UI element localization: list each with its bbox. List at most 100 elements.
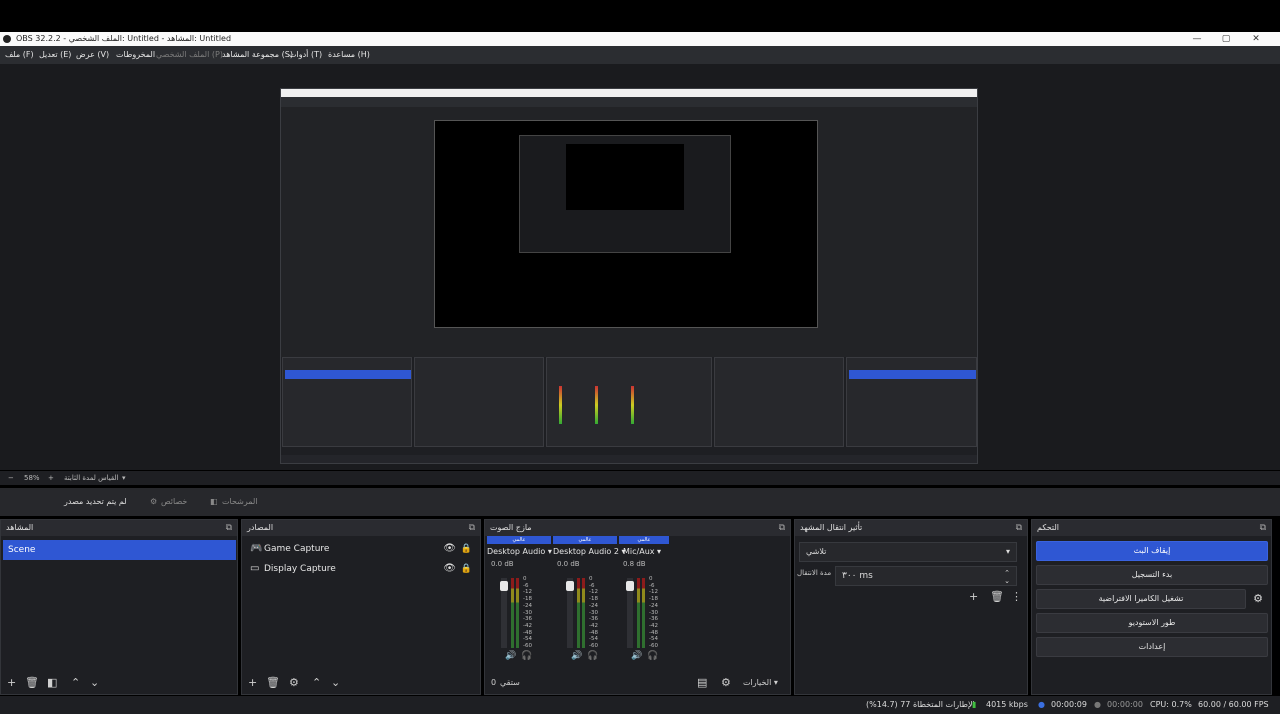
undock-icon[interactable]: ⧉ [1016, 520, 1022, 536]
volume-fader[interactable] [626, 578, 634, 648]
undock-icon[interactable]: ⧉ [779, 520, 785, 536]
chevron-down-icon[interactable]: ▾ [122, 471, 126, 485]
preview-nested-statusbar [281, 455, 977, 463]
sources-footer: + 🗑 ⚙ ⌃ ⌄ [242, 672, 480, 694]
menu-scene-collection[interactable]: مجموعة المشاهد (S) [222, 46, 293, 64]
preview-nested-meter [559, 386, 562, 424]
gear-icon[interactable]: ⚙ [289, 676, 299, 690]
trash-icon[interactable]: 🗑 [266, 676, 280, 690]
menu-help[interactable]: مساعدة (H) [328, 46, 370, 64]
level-meter [582, 578, 585, 648]
close-button[interactable]: ✕ [1241, 32, 1271, 46]
filters-button[interactable]: المرشحات [222, 488, 258, 516]
zoom-in-button[interactable]: + [48, 471, 54, 485]
source-toolbar: لم يتم تحديد مصدر ⚙ خصائص ◧ المرشحات [0, 488, 1280, 516]
meter-scale-tick: -60 [523, 643, 532, 650]
meter-scale-tick: 0 [523, 576, 527, 582]
source-row-display-capture[interactable]: ▭ Display Capture 👁 🔒 [242, 559, 480, 579]
more-icon[interactable]: ⋮ [1011, 590, 1022, 604]
transition-select[interactable]: تلاشي ▾ [799, 542, 1017, 562]
gear-icon[interactable]: ⚙ [721, 676, 731, 690]
layout-icon[interactable]: ▤ [697, 676, 707, 690]
meter-scale-tick: -6 [649, 582, 655, 589]
controls-dock: التحكم ⧉ إيقاف البث بدء التسجيل تشغيل ال… [1031, 519, 1272, 695]
source-row-game-capture[interactable]: 🎮 Game Capture 👁 🔒 [242, 539, 480, 559]
scenes-dock-title: المشاهد [6, 523, 34, 532]
menu-tools[interactable]: أدوات (T) [289, 46, 322, 64]
zoom-out-button[interactable]: − [8, 471, 14, 485]
eye-icon[interactable]: 👁 [443, 539, 456, 559]
stop-streaming-button[interactable]: إيقاف البث [1036, 541, 1268, 561]
channel-name[interactable]: Mic/Aux ▾ [623, 546, 661, 558]
headphones-icon[interactable]: 🎧 [647, 651, 658, 661]
gear-icon[interactable]: ⚙ [150, 488, 157, 516]
menu-file[interactable]: ملف (F) [5, 46, 34, 64]
fader-knob[interactable] [626, 581, 634, 591]
add-icon[interactable]: + [7, 676, 16, 690]
fader-knob[interactable] [500, 581, 508, 591]
eye-icon[interactable]: 👁 [443, 559, 456, 579]
filter-icon[interactable]: ◧ [210, 488, 218, 516]
scene-item[interactable]: Scene [3, 540, 236, 560]
controls-dock-header: التحكم ⧉ [1032, 520, 1271, 536]
headphones-icon[interactable]: 🎧 [587, 651, 598, 661]
menu-profile[interactable]: الملف الشخصي (P) [156, 46, 223, 64]
level-meter [511, 578, 514, 648]
lock-icon[interactable]: 🔒 [461, 539, 472, 559]
lock-icon[interactable]: 🔒 [461, 559, 472, 579]
screen-bottom-strip [0, 714, 1280, 720]
transitions-dock-header: تأثير انتقال المشهد ⧉ [795, 520, 1027, 536]
add-icon[interactable]: + [248, 676, 257, 690]
settings-button[interactable]: إعدادات [1036, 637, 1268, 657]
trash-icon[interactable]: 🗑 [25, 676, 39, 690]
start-virtual-camera-button[interactable]: تشغيل الكاميرا الافتراضية [1036, 589, 1246, 609]
speaker-icon[interactable]: 🔊 [505, 651, 516, 661]
menu-view[interactable]: عرض (V) [76, 46, 109, 64]
window-title: OBS 32.2.2 - الملف الشخصي: Untitled - ال… [16, 34, 232, 43]
undock-icon[interactable]: ⧉ [469, 520, 475, 536]
filter-icon[interactable]: ◧ [47, 676, 57, 690]
fader-knob[interactable] [566, 581, 574, 591]
volume-fader[interactable] [500, 578, 508, 648]
headphones-icon[interactable]: 🎧 [521, 651, 532, 661]
spin-down-icon[interactable]: ⌄ [1004, 572, 1010, 590]
move-up-icon[interactable]: ⌃ [71, 676, 80, 690]
move-down-icon[interactable]: ⌄ [90, 676, 99, 690]
speaker-icon[interactable]: 🔊 [571, 651, 582, 661]
minimize-button[interactable]: — [1182, 32, 1212, 46]
preview-nested-meter [631, 386, 634, 424]
trash-icon[interactable]: 🗑 [990, 590, 1004, 604]
meter-scale-tick: -18 [523, 596, 532, 603]
move-down-icon[interactable]: ⌄ [331, 676, 340, 690]
meter-scale-tick: 0 [589, 576, 593, 582]
duration-label: مدة الانتقال [797, 569, 832, 577]
meter-scale-tick: -24 [589, 602, 598, 609]
maximize-button[interactable]: ▢ [1211, 32, 1241, 46]
gear-icon[interactable]: ⚙ [1248, 589, 1268, 609]
preview-area[interactable] [0, 64, 1280, 470]
undock-icon[interactable]: ⧉ [226, 520, 232, 536]
signal-icon: ▮ [972, 700, 977, 709]
volume-fader[interactable] [566, 578, 574, 648]
move-up-icon[interactable]: ⌃ [312, 676, 321, 690]
gamepad-icon: 🎮 [250, 543, 263, 554]
mixer-options-button[interactable]: الخيارات ▾ [743, 676, 778, 690]
menu-docks[interactable]: المخروطات [116, 46, 155, 64]
add-icon[interactable]: + [969, 590, 978, 604]
properties-button[interactable]: خصائص [161, 488, 187, 516]
preview-canvas[interactable] [280, 88, 978, 464]
meter-scale-tick: -30 [523, 609, 532, 616]
start-recording-button[interactable]: بدء التسجيل [1036, 565, 1268, 585]
studio-mode-button[interactable]: طور الاستوديو [1036, 613, 1268, 633]
channel-name[interactable]: Desktop Audio ▾ [487, 546, 552, 558]
menu-edit[interactable]: تعديل (E) [39, 46, 71, 64]
speaker-icon[interactable]: 🔊 [631, 651, 642, 661]
channel-name[interactable]: Desktop Audio 2 ▾ [553, 546, 625, 558]
duration-spinbox[interactable]: ٣٠٠ ms ⌃ ⌄ [835, 566, 1017, 586]
record-time: 00:00:00 [1107, 700, 1143, 709]
scale-mode-label[interactable]: القياس لمدة الثابتة [64, 471, 119, 485]
undock-icon[interactable]: ⧉ [1260, 520, 1266, 536]
meter-scale-tick: -12 [649, 589, 658, 596]
meter-scale-tick: -12 [523, 589, 532, 596]
meter-scale-tick: -18 [649, 596, 658, 603]
